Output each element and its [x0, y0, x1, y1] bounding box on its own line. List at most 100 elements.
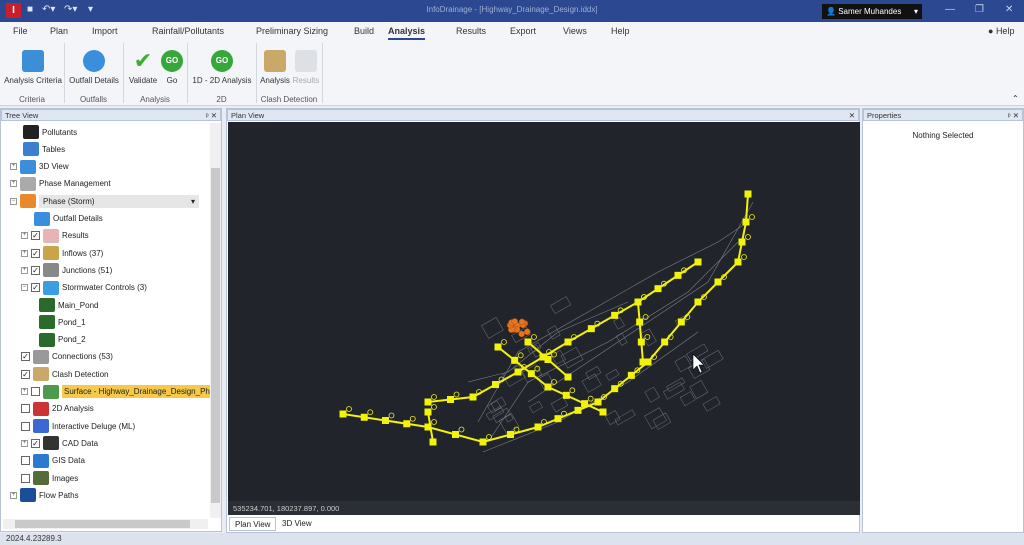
tree-item[interactable]: Main_Pond [39, 297, 98, 313]
tree-item[interactable]: Images [21, 470, 78, 486]
checkbox[interactable] [21, 422, 30, 431]
close-icon[interactable]: ✕ [1005, 4, 1013, 15]
expand-icon[interactable]: + [21, 232, 28, 239]
checkbox[interactable] [21, 474, 30, 483]
help-link[interactable]: ● Help [988, 26, 1014, 36]
close-icon[interactable]: ✕ [849, 111, 855, 120]
user-menu[interactable]: 👤 Samer Muhandes ▾ [822, 4, 922, 19]
expand-icon[interactable]: + [21, 388, 28, 395]
tree-item-label: Images [52, 474, 78, 483]
checkbox[interactable]: ✓ [31, 249, 40, 258]
tab-rainfall[interactable]: Rainfall/Pollutants [152, 26, 224, 36]
restore-icon[interactable]: ❐ [975, 4, 984, 15]
checkbox[interactable]: ✓ [31, 231, 40, 240]
checkbox[interactable] [31, 387, 40, 396]
tab-export[interactable]: Export [510, 26, 536, 36]
tab-help[interactable]: Help [611, 26, 630, 36]
tree-item[interactable]: + Surface - Highway_Drainage_Design_Phase… [21, 384, 212, 400]
tree-item[interactable]: ✓ Clash Detection [21, 366, 108, 382]
1d-2d-analysis-button[interactable]: GO 1D - 2D Analysis [191, 50, 253, 85]
tab-plan[interactable]: Plan [50, 26, 68, 36]
tree-item[interactable]: Pond_2 [39, 332, 86, 348]
minimize-icon[interactable]: — [945, 4, 955, 15]
expand-icon[interactable]: + [10, 492, 17, 499]
checkbox[interactable]: ✓ [31, 283, 40, 292]
expand-icon[interactable]: + [21, 440, 28, 447]
collapse-icon[interactable]: − [10, 198, 17, 205]
checkbox[interactable]: ✓ [31, 439, 40, 448]
checkbox[interactable]: ✓ [31, 266, 40, 275]
inflow-marker [432, 420, 437, 425]
cad-line [468, 302, 628, 382]
junction-node [640, 359, 647, 366]
checkbox[interactable] [21, 456, 30, 465]
tab-results[interactable]: Results [456, 26, 486, 36]
tab-preliminary-sizing[interactable]: Preliminary Sizing [256, 26, 328, 36]
tree-item[interactable]: Pond_1 [39, 314, 86, 330]
tab-views[interactable]: Views [563, 26, 587, 36]
plan-canvas[interactable] [228, 122, 860, 514]
inflow-marker [532, 335, 537, 340]
checkbox[interactable]: ✓ [21, 370, 30, 379]
clash-results-button[interactable]: Results [292, 50, 320, 85]
junction-node [635, 299, 642, 306]
tree-item[interactable]: +3D View [10, 159, 69, 175]
inflow-marker [389, 413, 394, 418]
cad-building [645, 387, 660, 402]
tree-item[interactable]: 2D Analysis [21, 401, 94, 417]
expand-icon[interactable]: + [10, 163, 17, 170]
tree-item[interactable]: ✓ Connections (53) [21, 349, 113, 365]
tree-item[interactable]: + ✓ CAD Data [21, 435, 98, 451]
tree-item[interactable]: Tables [23, 141, 65, 157]
tab-plan-view[interactable]: Plan View [229, 517, 276, 531]
clash-analysis-button[interactable]: Analysis [260, 50, 290, 85]
expand-icon[interactable]: + [10, 180, 17, 187]
chevron-down-icon[interactable]: ▾ [191, 197, 195, 206]
cad-building [547, 326, 560, 340]
cad-building [491, 397, 506, 411]
tree-item[interactable]: − Phase (Storm) ▾ [10, 193, 199, 209]
validate-button[interactable]: ✔ Validate [128, 50, 158, 85]
tab-import[interactable]: Import [92, 26, 118, 36]
junction-node [565, 374, 572, 381]
pond-marker [519, 319, 525, 325]
group-label: 2D [187, 95, 256, 104]
vertical-scrollbar[interactable] [210, 123, 221, 518]
tree-item[interactable]: + Phase Management [10, 176, 111, 192]
collapse-ribbon-icon[interactable]: ⌃ [1012, 94, 1019, 103]
checkbox[interactable] [21, 404, 30, 413]
tree-item[interactable]: Interactive Deluge (ML) [21, 418, 135, 434]
horizontal-scrollbar[interactable] [3, 519, 208, 529]
tree-item[interactable]: + ✓ Inflows (37) [21, 245, 103, 261]
tree-item[interactable]: GIS Data [21, 453, 85, 469]
tab-file[interactable]: File [13, 26, 28, 36]
tree-item[interactable]: − ✓ Stormwater Controls (3) [21, 280, 147, 296]
checkbox[interactable]: ✓ [21, 352, 30, 361]
expand-icon[interactable]: + [21, 267, 28, 274]
analysis-criteria-button[interactable]: Analysis Criteria [4, 50, 62, 85]
tree-item[interactable]: Outfall Details [34, 211, 103, 227]
scroll-thumb[interactable] [211, 168, 220, 503]
go-button[interactable]: GO Go [160, 50, 184, 85]
tree-item-icon [39, 298, 55, 312]
junction-node [361, 414, 368, 421]
ribbon-tabs: File Plan Import Rainfall/Pollutants Pre… [0, 22, 1024, 40]
pin-close-icons[interactable]: ᵖ ✕ [1008, 111, 1019, 120]
chevron-down-icon: ▾ [914, 7, 918, 16]
expand-icon[interactable]: + [21, 250, 28, 257]
pin-close-icons[interactable]: ᵖ ✕ [206, 111, 217, 120]
tab-3d-view[interactable]: 3D View [277, 517, 317, 531]
tab-analysis[interactable]: Analysis [388, 26, 425, 40]
tree-item[interactable]: + Flow Paths [10, 487, 79, 503]
cad-building [530, 401, 543, 412]
cad-building [550, 297, 570, 314]
tree-item[interactable]: + ✓ Results [21, 228, 89, 244]
inflow-marker [347, 407, 352, 412]
scroll-thumb[interactable] [15, 520, 190, 528]
junction-node [695, 259, 702, 266]
tree-item[interactable]: + ✓ Junctions (51) [21, 262, 112, 278]
outfall-details-button[interactable]: Outfall Details [68, 50, 120, 85]
tab-build[interactable]: Build [354, 26, 374, 36]
collapse-icon[interactable]: − [21, 284, 28, 291]
tree-item[interactable]: Pollutants [23, 124, 77, 140]
